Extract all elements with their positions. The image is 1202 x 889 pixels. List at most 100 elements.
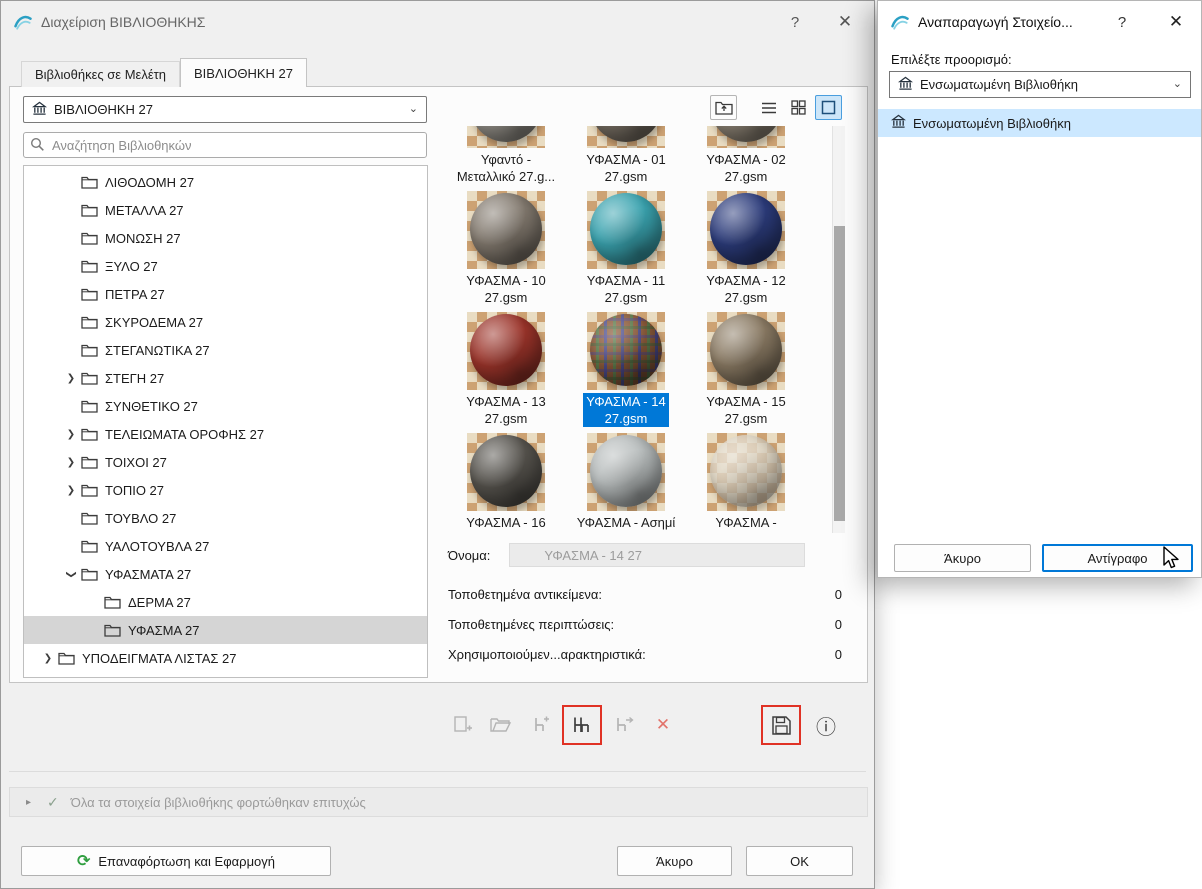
library-toolbar: ✕ xyxy=(445,705,680,745)
folder-icon xyxy=(81,371,105,385)
name-field xyxy=(509,543,806,567)
library-building-icon xyxy=(31,101,48,119)
thumbnail-label: ΥΦΑΣΜΑ - 15 27.gsm xyxy=(706,394,786,426)
embedded-library-icon xyxy=(897,76,914,94)
tree-item[interactable]: ❯ ΥΑΛΟΤΟΥΒΛΑ 27 xyxy=(24,532,427,560)
export-object-button[interactable] xyxy=(607,708,641,742)
library-part-thumbnail[interactable]: ΥΦΑΣΜΑ - 02 27.gsm xyxy=(686,126,806,185)
destination-label: Επιλέξτε προορισμό: xyxy=(891,52,1012,67)
library-part-thumbnail[interactable]: ΥΦΑΣΜΑ - 01 27.gsm xyxy=(566,126,686,185)
view-buttons xyxy=(710,95,842,120)
help-button[interactable]: ? xyxy=(782,9,808,35)
up-one-level-button[interactable] xyxy=(710,95,737,120)
scrollbar-thumb[interactable] xyxy=(834,226,845,521)
dup-cancel-button[interactable]: Άκυρο xyxy=(894,544,1031,572)
list-view-button[interactable] xyxy=(755,95,782,120)
tree-item[interactable]: ❯ ΞΥΛΟ 27 xyxy=(24,252,427,280)
tree-item[interactable]: ❯ ΣΚΥΡΟΔΕΜΑ 27 xyxy=(24,308,427,336)
info-value: 0 xyxy=(834,586,842,602)
status-expander-icon[interactable]: ▸ xyxy=(26,797,31,808)
reload-apply-button[interactable]: ⟳ Επαναφόρτωση και Εφαρμογή xyxy=(21,846,331,876)
tab-libraries-in-project[interactable]: Βιβλιοθήκες σε Μελέτη xyxy=(21,61,181,87)
tree-item[interactable]: ❯ ΜΕΤΑΛΛΑ 27 xyxy=(24,196,427,224)
dup-titlebar: Αναπαραγωγή Στοιχείο... ? ✕ xyxy=(878,1,1201,43)
tree-item-label: ΜΕΤΑΛΛΑ 27 xyxy=(105,202,184,218)
chevron-down-icon: ⌄ xyxy=(1172,78,1182,90)
search-icon xyxy=(30,137,44,151)
tree-chevron-icon[interactable]: ❯ xyxy=(61,429,81,440)
tree-item[interactable]: ❯ ΤΟΥΒΛΟ 27 xyxy=(24,504,427,532)
material-sphere-preview xyxy=(707,191,785,269)
tree-chevron-icon[interactable]: ❯ xyxy=(61,569,81,580)
library-dropdown[interactable]: ΒΙΒΛΙΟΘΗΚΗ 27 ⌄ xyxy=(23,96,427,123)
new-library-part-button[interactable] xyxy=(445,708,479,742)
library-part-thumbnail[interactable]: ΥΦΑΣΜΑ - 13 27.gsm xyxy=(446,312,566,427)
info-label: Χρησιμοποιούμεν...αρακτηριστικά: xyxy=(448,646,646,662)
tree-item-label: ΤΟΥΒΛΟ 27 xyxy=(105,510,177,526)
grid-view-button[interactable] xyxy=(785,95,812,120)
tab-library-27[interactable]: ΒΙΒΛΙΟΘΗΚΗ 27 xyxy=(180,58,308,87)
save-annotation-box xyxy=(761,705,801,745)
tree-item[interactable]: ❯ ΥΦΑΣΜΑ 27 xyxy=(24,616,427,644)
tree-chevron-icon[interactable]: ❯ xyxy=(61,457,81,468)
library-part-thumbnail[interactable]: ΥΦΑΣΜΑ - 12 27.gsm xyxy=(686,191,806,306)
tree-item[interactable]: ❯ ΤΟΠΙΟ 27 xyxy=(24,476,427,504)
tree-chevron-icon[interactable]: ❯ xyxy=(61,373,81,384)
library-part-thumbnail[interactable]: ΥΦΑΣΜΑ - 15 27.gsm xyxy=(686,312,806,427)
close-button[interactable]: ✕ xyxy=(832,9,858,35)
info-row: Τοποθετημένα αντικείμενα: 0 xyxy=(448,579,842,609)
close-button[interactable]: ✕ xyxy=(1163,9,1189,35)
duplicate-object-button[interactable] xyxy=(565,708,599,742)
tree-item[interactable]: ❯ ΣΥΝΘΕΤΙΚΟ 27 xyxy=(24,392,427,420)
library-part-thumbnail[interactable]: ΥΦΑΣΜΑ - 10 27.gsm xyxy=(446,191,566,306)
cancel-button[interactable]: Άκυρο xyxy=(617,846,732,876)
tree-item[interactable]: ❯ ΛΙΘΟΔΟΜΗ 27 xyxy=(24,168,427,196)
tree-item[interactable]: ❯ ΣΤΕΓΗ 27 xyxy=(24,364,427,392)
library-part-thumbnail[interactable]: ΥΦΑΣΜΑ - xyxy=(686,433,806,531)
folder-icon xyxy=(81,399,105,413)
tree-chevron-icon[interactable]: ❯ xyxy=(38,653,58,664)
large-icons-view-button[interactable] xyxy=(815,95,842,120)
tree-item-label: ΥΦΑΣΜΑΤΑ 27 xyxy=(105,566,192,582)
app-logo-icon xyxy=(890,12,910,32)
tree-item[interactable]: ❯ ΣΤΕΓΑΝΩΤΙΚΑ 27 xyxy=(24,336,427,364)
tree-item[interactable]: ❯ ΤΕΛΕΙΩΜΑΤΑ ΟΡΟΦΗΣ 27 xyxy=(24,420,427,448)
library-tab-page: ΒΙΒΛΙΟΘΗΚΗ 27 ⌄ ❯ xyxy=(9,86,868,683)
material-sphere-preview xyxy=(467,433,545,511)
thumbnails-scrollbar[interactable] xyxy=(832,126,845,533)
tree-item[interactable]: ❯ ΥΦΑΣΜΑΤΑ 27 xyxy=(24,560,427,588)
app-logo-icon xyxy=(13,12,33,32)
library-part-thumbnail[interactable]: ΥΦΑΣΜΑ - 11 27.gsm xyxy=(566,191,686,306)
tree-item[interactable]: ❯ ΔΕΡΜΑ 27 xyxy=(24,588,427,616)
destination-dropdown[interactable]: Ενσωματωμένη Βιβλιοθήκη ⌄ xyxy=(889,71,1191,98)
chevron-down-icon: ⌄ xyxy=(408,103,418,115)
library-toolbar-right: ⓘ xyxy=(761,705,843,745)
open-library-part-button[interactable] xyxy=(484,708,518,742)
material-sphere-preview xyxy=(467,191,545,269)
material-sphere-preview xyxy=(467,312,545,390)
folder-icon xyxy=(81,483,105,497)
library-part-thumbnail[interactable]: Υφαντό - Μεταλλικό 27.g... xyxy=(446,126,566,185)
info-value: 0 xyxy=(834,616,842,632)
tree-item[interactable]: ❯ ΜΟΝΩΣΗ 27 xyxy=(24,224,427,252)
library-part-thumbnail[interactable]: ΥΦΑΣΜΑ - Ασημί xyxy=(566,433,686,531)
tree-chevron-icon[interactable]: ❯ xyxy=(61,485,81,496)
tree-item[interactable]: ❯ ΤΟΙΧΟΙ 27 xyxy=(24,448,427,476)
delete-object-button[interactable]: ✕ xyxy=(646,708,680,742)
tree-item-label: ΣΤΕΓΗ 27 xyxy=(105,370,165,386)
info-row: Τοποθετημένες περιπτώσεις: 0 xyxy=(448,609,842,639)
help-button[interactable]: ? xyxy=(1109,9,1135,35)
ok-button[interactable]: OK xyxy=(746,846,853,876)
add-object-button[interactable] xyxy=(523,708,557,742)
tree-item[interactable]: ❯ ΠΕΤΡΑ 27 xyxy=(24,280,427,308)
library-part-thumbnail[interactable]: ΥΦΑΣΜΑ - 14 27.gsm xyxy=(566,312,686,427)
tree-item[interactable]: ❯ ΥΠΟΔΕΙΓΜΑΤΑ ΛΙΣΤΑΣ 27 xyxy=(24,644,427,672)
save-as-button[interactable] xyxy=(764,708,798,742)
search-input[interactable] xyxy=(23,132,427,158)
library-part-thumbnail[interactable]: ΥΦΑΣΜΑ - 16 xyxy=(446,433,566,531)
thumbnail-label: ΥΦΑΣΜΑ - Ασημί xyxy=(576,515,676,530)
info-button[interactable]: ⓘ xyxy=(809,708,843,742)
separator xyxy=(9,771,866,772)
tree-item-label: ΤΟΠΙΟ 27 xyxy=(105,482,165,498)
destination-list-item[interactable]: Ενσωματωμένη Βιβλιοθήκη xyxy=(878,109,1201,137)
